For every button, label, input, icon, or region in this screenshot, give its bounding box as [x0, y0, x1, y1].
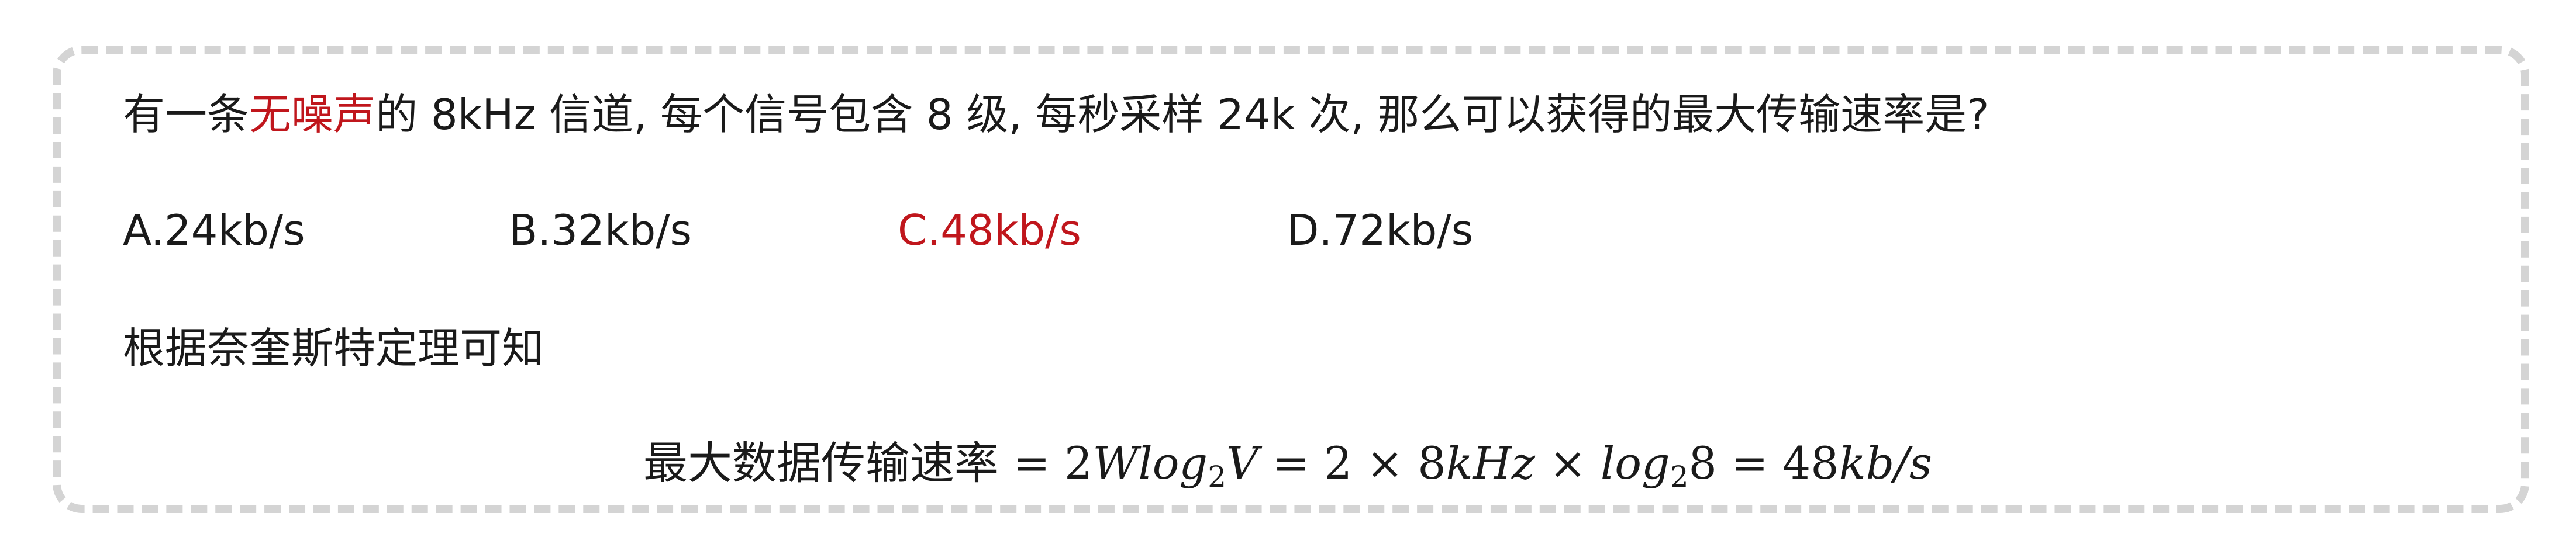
formula-eq2: = 2 × 8 — [1258, 437, 1446, 489]
formula: 最大数据传输速率 = 2Wlog2V = 2 × 8kHz × log28 = … — [643, 441, 1932, 492]
question-suffix: 的 8kHz 信道, 每个信号包含 8 级, 每秒采样 24k 次, 那么可以获… — [375, 90, 1989, 139]
formula-eq1: = 2 — [999, 437, 1093, 489]
option-a[interactable]: A.24kb/s — [123, 209, 305, 251]
question-text: 有一条无噪声的 8kHz 信道, 每个信号包含 8 级, 每秒采样 24k 次,… — [123, 93, 1989, 136]
formula-eq3: = 48 — [1716, 437, 1839, 489]
formula-label: 最大数据传输速率 — [643, 437, 999, 489]
option-d[interactable]: D.72kb/s — [1287, 209, 1473, 251]
formula-unit: kb/s — [1839, 437, 1932, 489]
formula-times: × — [1534, 437, 1601, 489]
formula-wlog: Wlog — [1092, 437, 1208, 489]
formula-khz: kHz — [1446, 437, 1535, 489]
formula-v: V — [1226, 437, 1258, 489]
option-b[interactable]: B.32kb/s — [509, 209, 692, 251]
option-c-correct[interactable]: C.48kb/s — [898, 209, 1081, 251]
question-prefix: 有一条 — [123, 90, 250, 139]
formula-sub1: 2 — [1208, 460, 1226, 494]
explanation-text: 根据奈奎斯特定理可知 — [123, 324, 544, 373]
formula-eight: 8 — [1688, 437, 1717, 489]
formula-log: log — [1600, 437, 1670, 489]
question-highlight: 无噪声 — [249, 90, 376, 139]
formula-sub2: 2 — [1670, 460, 1689, 494]
formula-math: = 2Wlog2V = 2 × 8kHz × log28 = 48kb/s — [999, 437, 1932, 492]
